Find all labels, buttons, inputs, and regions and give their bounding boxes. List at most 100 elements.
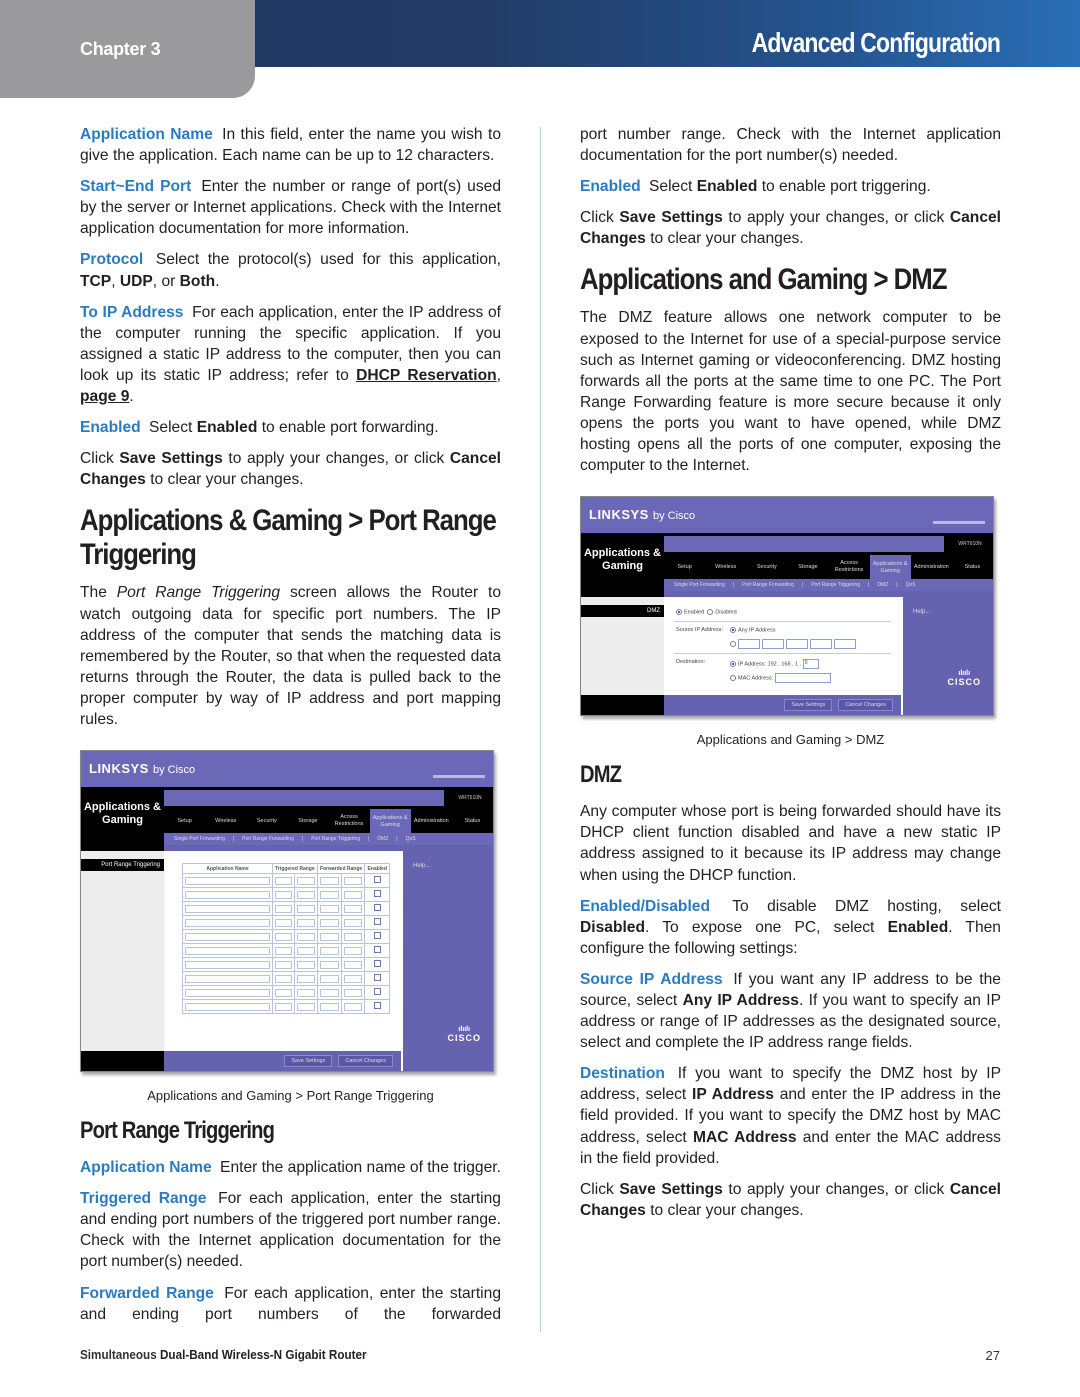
triggered-end-field[interactable] — [297, 876, 315, 885]
figure-tab[interactable]: Wireless — [205, 818, 246, 825]
forwarded-start-field[interactable] — [319, 988, 339, 997]
triggered-start-field[interactable] — [275, 1002, 293, 1011]
triggered-end-field[interactable] — [297, 974, 315, 983]
triggered-end-field[interactable] — [297, 1002, 315, 1011]
forwarded-start-field[interactable] — [319, 876, 339, 885]
enabled-checkbox[interactable] — [373, 918, 381, 926]
triggered-start-field[interactable] — [275, 876, 293, 885]
triggered-end-field[interactable] — [297, 960, 315, 969]
help-link[interactable]: Help... — [913, 609, 930, 615]
figure-tab[interactable]: Security — [746, 564, 787, 571]
ip-address-radio[interactable] — [730, 661, 736, 668]
enabled-checkbox[interactable] — [373, 932, 381, 940]
application-name-field[interactable] — [185, 960, 270, 969]
ip-range-radio[interactable] — [730, 641, 736, 648]
triggered-start-field[interactable] — [275, 974, 293, 983]
enabled-checkbox[interactable] — [373, 988, 381, 996]
ip-last-octet-field[interactable]: 0 — [802, 659, 819, 670]
application-name-field[interactable] — [185, 946, 270, 955]
application-name-field[interactable] — [185, 974, 270, 983]
figure-tab[interactable]: Setup — [164, 818, 205, 825]
application-name-field[interactable] — [185, 904, 270, 913]
figure-tab[interactable]: Access Restrictions — [829, 560, 870, 574]
triggered-end-field[interactable] — [297, 946, 315, 955]
figure-subtab[interactable]: QoS — [406, 836, 416, 842]
mac-address-field[interactable] — [774, 673, 831, 684]
enabled-checkbox[interactable] — [373, 974, 381, 982]
figure-subtab[interactable]: Single Port Forwarding — [174, 836, 225, 842]
application-name-field[interactable] — [185, 988, 270, 997]
application-name-field[interactable] — [185, 1002, 270, 1011]
enabled-checkbox[interactable] — [373, 876, 381, 884]
triggered-end-field[interactable] — [297, 932, 315, 941]
forwarded-end-field[interactable] — [343, 876, 363, 885]
triggered-start-field[interactable] — [275, 988, 293, 997]
ip-range-field[interactable] — [762, 639, 784, 650]
triggered-start-field[interactable] — [275, 960, 293, 969]
figure-tab[interactable]: Storage — [287, 818, 328, 825]
enabled-checkbox[interactable] — [373, 904, 381, 912]
forwarded-start-field[interactable] — [319, 1002, 339, 1011]
ip-range-field[interactable] — [786, 639, 808, 650]
forwarded-end-field[interactable] — [343, 974, 363, 983]
enabled-checkbox[interactable] — [373, 1002, 381, 1010]
forwarded-start-field[interactable] — [319, 960, 339, 969]
triggered-start-field[interactable] — [275, 890, 293, 899]
figure-tab[interactable]: Security — [246, 818, 287, 825]
any-ip-radio[interactable] — [730, 627, 736, 634]
figure-subtab[interactable]: QoS — [906, 582, 916, 588]
forwarded-end-field[interactable] — [343, 946, 363, 955]
figure-tab[interactable]: Applications & Gaming — [369, 809, 411, 834]
page-9-link[interactable]: page 9 — [80, 388, 129, 405]
figure-subtab[interactable]: DMZ — [877, 582, 888, 588]
triggered-start-field[interactable] — [275, 946, 293, 955]
cancel-changes-button[interactable]: Cancel Changes — [338, 1055, 393, 1068]
triggered-start-field[interactable] — [275, 918, 293, 927]
figure-subtab[interactable]: Port Range Triggering — [311, 836, 360, 842]
figure-tab[interactable]: Status — [452, 818, 493, 825]
dhcp-reservation-link[interactable]: DHCP Reservation — [356, 367, 497, 384]
figure-subtab[interactable]: Port Range Forwarding — [742, 582, 794, 588]
application-name-field[interactable] — [185, 918, 270, 927]
figure-tab[interactable]: Applications & Gaming — [869, 555, 911, 580]
figure-subtab[interactable]: Single Port Forwarding — [674, 582, 725, 588]
cancel-changes-button[interactable]: Cancel Changes — [838, 699, 893, 712]
figure-tab[interactable]: Storage — [787, 564, 828, 571]
forwarded-start-field[interactable] — [319, 932, 339, 941]
figure-tab[interactable]: Access Restrictions — [329, 814, 370, 828]
forwarded-start-field[interactable] — [319, 890, 339, 899]
forwarded-end-field[interactable] — [343, 918, 363, 927]
mac-address-radio[interactable] — [730, 675, 736, 682]
enabled-checkbox[interactable] — [373, 946, 381, 954]
figure-tab[interactable]: Administration — [911, 564, 952, 571]
figure-tab[interactable]: Status — [952, 564, 993, 571]
figure-subtab[interactable]: Port Range Forwarding — [242, 836, 294, 842]
application-name-field[interactable] — [185, 890, 270, 899]
save-settings-button[interactable]: Save Settings — [284, 1055, 333, 1068]
figure-tab[interactable]: Setup — [664, 564, 705, 571]
ip-range-field[interactable] — [810, 639, 832, 650]
forwarded-start-field[interactable] — [319, 904, 339, 913]
triggered-end-field[interactable] — [297, 904, 315, 913]
forwarded-end-field[interactable] — [343, 988, 363, 997]
forwarded-end-field[interactable] — [343, 890, 363, 899]
figure-subtab[interactable]: DMZ — [377, 836, 388, 842]
triggered-end-field[interactable] — [297, 890, 315, 899]
triggered-end-field[interactable] — [297, 988, 315, 997]
disabled-radio[interactable] — [707, 609, 714, 616]
figure-subtab[interactable]: Port Range Triggering — [811, 582, 860, 588]
enabled-checkbox[interactable] — [373, 890, 381, 898]
forwarded-end-field[interactable] — [343, 904, 363, 913]
forwarded-start-field[interactable] — [319, 946, 339, 955]
application-name-field[interactable] — [185, 876, 270, 885]
application-name-field[interactable] — [185, 932, 270, 941]
forwarded-end-field[interactable] — [343, 932, 363, 941]
help-link[interactable]: Help... — [413, 863, 430, 869]
forwarded-start-field[interactable] — [319, 974, 339, 983]
triggered-start-field[interactable] — [275, 932, 293, 941]
save-settings-button[interactable]: Save Settings — [784, 699, 833, 712]
triggered-start-field[interactable] — [275, 904, 293, 913]
ip-range-field[interactable] — [738, 639, 760, 650]
forwarded-start-field[interactable] — [319, 918, 339, 927]
figure-tab[interactable]: Administration — [411, 818, 452, 825]
